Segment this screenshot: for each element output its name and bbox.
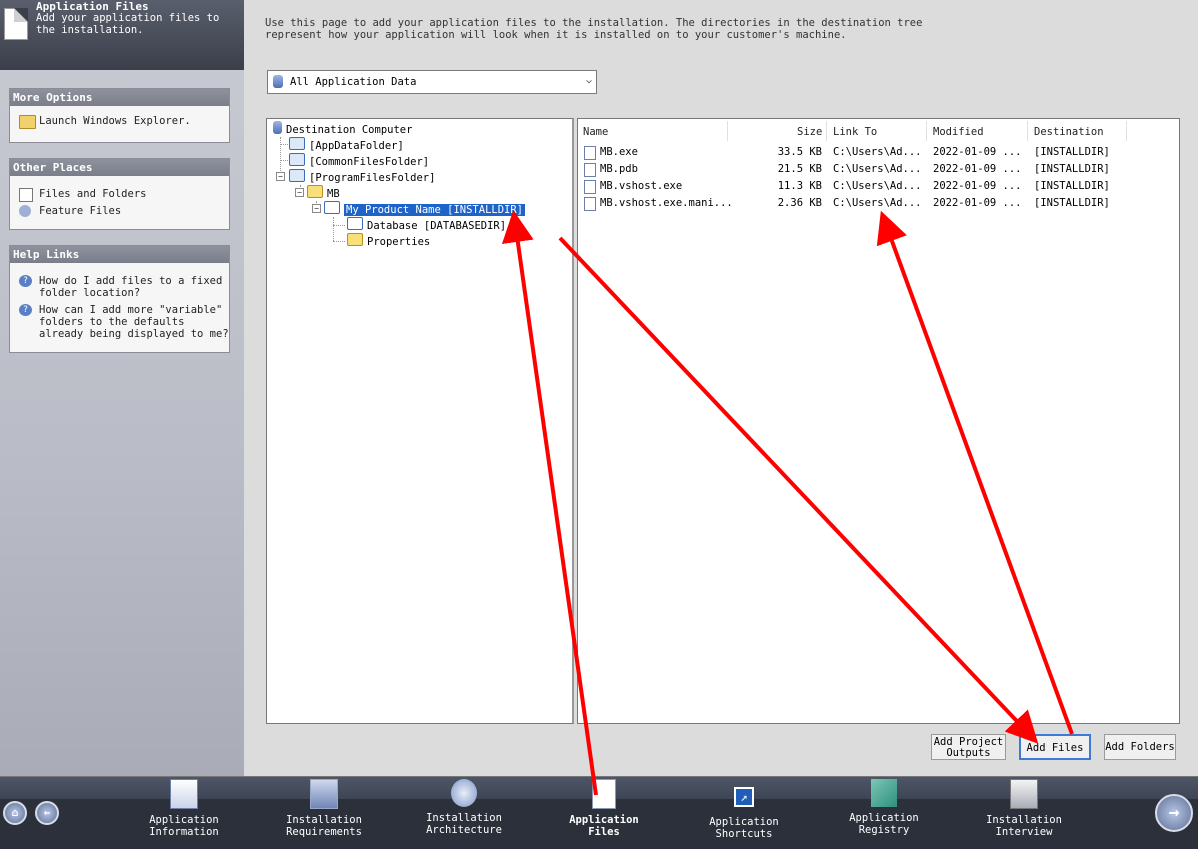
arrow-to-installdir: [501, 210, 598, 796]
annotation-arrows: [501, 210, 1074, 796]
arrow-to-add-files: [558, 236, 1039, 744]
arrow-to-link-column: [876, 210, 1074, 735]
